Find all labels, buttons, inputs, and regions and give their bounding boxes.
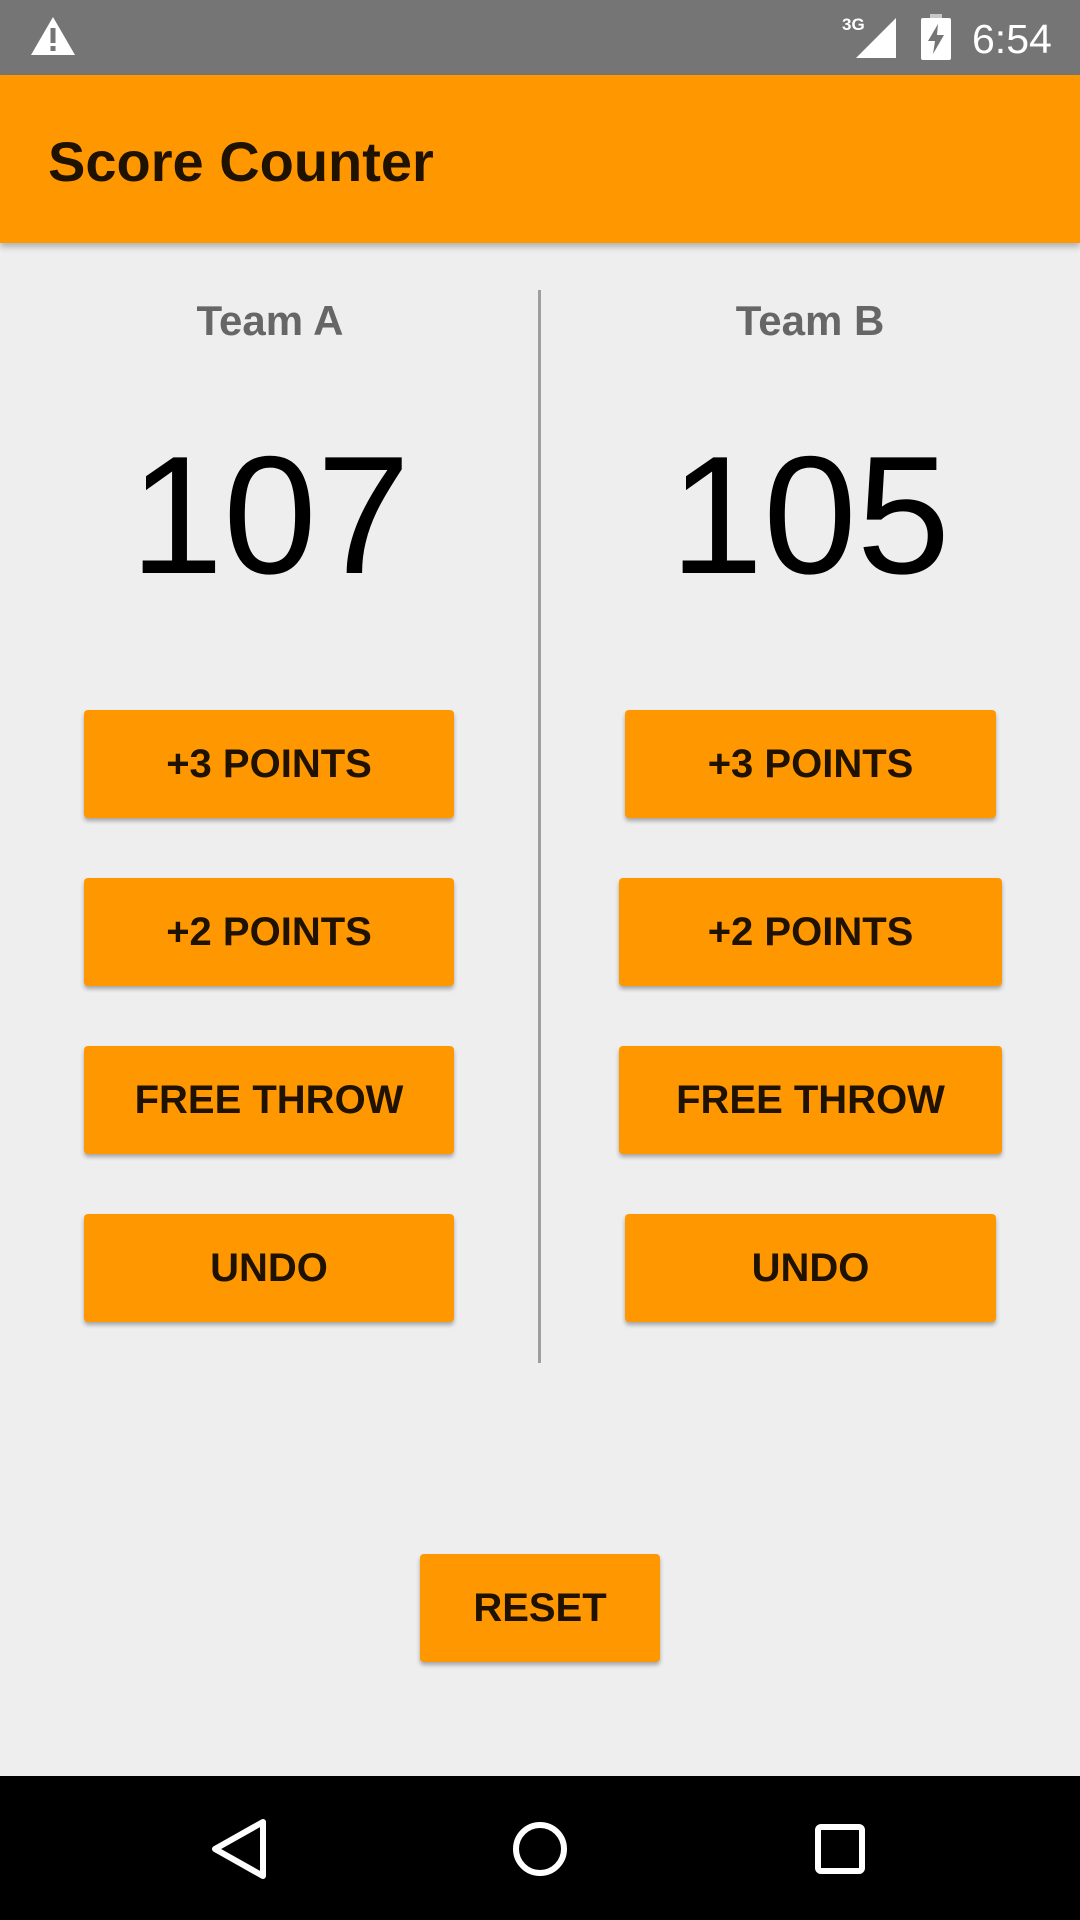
home-icon[interactable]	[505, 1814, 575, 1884]
team-a-undo-button[interactable]: UNDO	[84, 1214, 454, 1322]
recents-icon[interactable]	[805, 1814, 875, 1884]
team-a-score: 107	[129, 421, 411, 609]
team-a-free-throw-button[interactable]: FREE THROW	[84, 1046, 454, 1154]
svg-text:3G: 3G	[842, 15, 865, 34]
team-b-score: 105	[669, 421, 951, 609]
team-b-plus2-button[interactable]: +2 POINTS	[619, 878, 1002, 986]
app-bar: Score Counter	[0, 75, 1080, 243]
team-a-plus2-button[interactable]: +2 POINTS	[84, 878, 454, 986]
team-b-plus3-button[interactable]: +3 POINTS	[625, 710, 996, 818]
signal-icon: 3G	[842, 15, 896, 58]
clock: 6:54	[972, 16, 1052, 62]
back-icon[interactable]	[205, 1814, 275, 1884]
reset-button[interactable]: RESET	[420, 1554, 660, 1662]
app-title: Score Counter	[48, 130, 434, 193]
warning-icon	[31, 17, 75, 55]
team-a-name: Team A	[196, 297, 344, 344]
battery-charging-icon	[921, 14, 951, 60]
team-b-free-throw-button[interactable]: FREE THROW	[619, 1046, 1002, 1154]
navigation-bar	[0, 1776, 1080, 1920]
team-a-plus3-button[interactable]: +3 POINTS	[84, 710, 454, 818]
team-b-undo-button[interactable]: UNDO	[625, 1214, 996, 1322]
status-bar: 3G 6:54	[0, 0, 1080, 75]
team-b-name: Team B	[735, 297, 885, 344]
